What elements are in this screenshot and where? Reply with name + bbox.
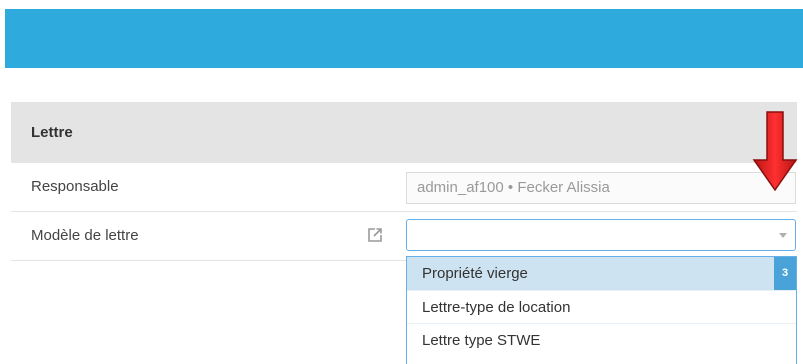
dropdown-option[interactable]: Lettre type STWE [407,323,796,356]
responsable-label: Responsable [31,178,119,195]
dropdown-option-label: Lettre-type de location [422,299,571,316]
modele-row: Modèle de lettre [11,212,797,261]
responsable-field: admin_af100 • Fecker Alissia [406,172,796,204]
dropdown-option[interactable]: Lettre-type de location [407,290,796,323]
chevron-down-icon [779,233,787,238]
modele-label: Modèle de lettre [31,227,139,244]
count-badge: 3 [774,257,796,290]
letter-panel: Lettre Responsable admin_af100 • Fecker … [11,102,797,261]
top-banner [5,9,803,68]
panel-header: Lettre [11,102,797,163]
section-title: Lettre [31,124,73,141]
responsable-row: Responsable admin_af100 • Fecker Alissia [11,163,797,212]
modele-dropdown-list: Propriété vierge 3 Lettre-type de locati… [406,256,797,364]
dropdown-option-label: Propriété vierge [422,265,528,282]
modele-select[interactable] [406,219,796,251]
red-arrow-icon [752,110,798,192]
external-link-icon[interactable] [366,226,384,244]
dropdown-option[interactable]: Propriété vierge 3 [407,257,796,290]
dropdown-option-label: Lettre type STWE [422,332,541,349]
